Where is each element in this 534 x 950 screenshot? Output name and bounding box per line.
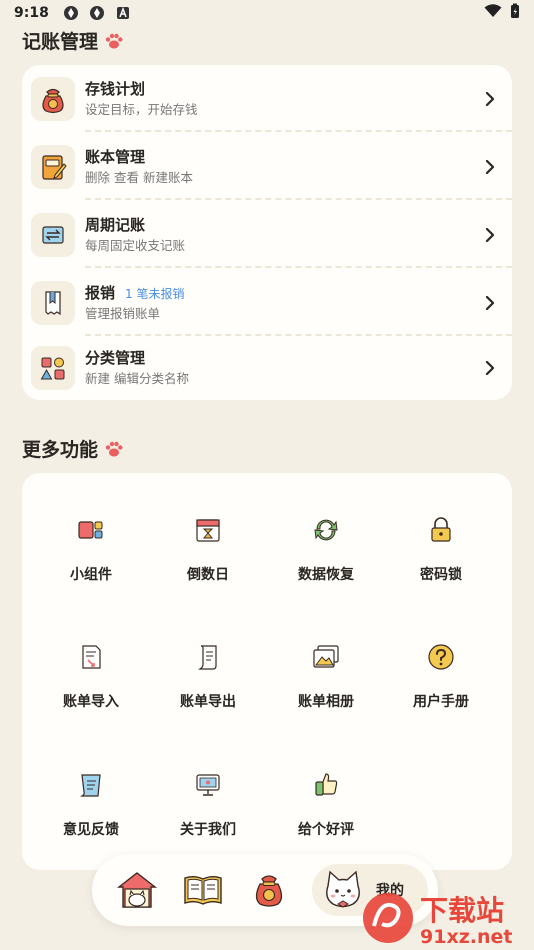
ledger-book-icon — [31, 145, 75, 189]
list-item-title: 周期记账 — [85, 216, 146, 234]
about-monitor-icon — [188, 765, 228, 805]
bookkeeping-list-card: 存钱计划 设定目标，开始存钱 账本管理 删除 查看 新建账本 周期记账 每周固定… — [22, 65, 512, 400]
section-title-text: 更多功能 — [22, 439, 99, 461]
paw-icon — [105, 441, 123, 456]
notification-a-icon — [115, 5, 131, 21]
grid-item-label: 密码锁 — [420, 567, 462, 583]
divider — [85, 198, 512, 200]
grid-item-label: 账单导出 — [180, 694, 236, 710]
chevron-right-icon — [485, 160, 495, 174]
svg-text:91xz.net: 91xz.net — [420, 926, 512, 948]
divider — [85, 130, 512, 132]
list-item-title: 报销 1 笔未报销 — [85, 282, 184, 303]
grid-item-label: 账单导入 — [63, 694, 119, 710]
list-item-category-management[interactable]: 分类管理 新建 编辑分类名称 — [22, 337, 512, 405]
list-item-periodic-bookkeeping[interactable]: 周期记账 每周固定收支记账 — [22, 201, 512, 269]
thumbs-up-icon — [306, 765, 346, 805]
list-item-subtitle: 每周固定收支记账 — [85, 238, 186, 253]
money-bag-icon — [255, 875, 283, 907]
receipt-icon — [31, 281, 75, 325]
grid-item-password-lock[interactable]: 密码锁 — [380, 478, 502, 588]
list-item-title: 存钱计划 — [85, 80, 146, 98]
status-bar: 9:18 — [0, 0, 534, 26]
grid-item-countdown[interactable]: 倒数日 — [147, 478, 269, 588]
chevron-right-icon — [485, 296, 495, 310]
svg-text:下载站: 下载站 — [420, 894, 504, 927]
divider — [85, 266, 512, 268]
chevron-right-icon — [485, 228, 495, 242]
shapes-icon — [31, 346, 75, 390]
list-item-title: 分类管理 — [85, 349, 146, 367]
grid-item-data-restore[interactable]: 数据恢复 — [265, 478, 387, 588]
countdown-calendar-icon — [188, 510, 228, 550]
section-title-more-features: 更多功能 — [22, 435, 124, 462]
list-item-subtitle: 管理报销账单 — [85, 306, 161, 321]
list-item-savings-plan[interactable]: 存钱计划 设定目标，开始存钱 — [22, 65, 512, 133]
nav-savings[interactable] — [246, 868, 292, 912]
nav-ledger[interactable] — [180, 868, 226, 912]
status-time: 9:18 — [14, 5, 49, 21]
grid-item-give-rating[interactable]: 给个好评 — [265, 733, 387, 843]
list-item-reimbursement[interactable]: 报销 1 笔未报销 管理报销账单 — [22, 269, 512, 337]
feedback-scroll-icon — [71, 765, 111, 805]
grid-item-bill-import[interactable]: 账单导入 — [30, 605, 152, 715]
watermark-logo: 下载站 91xz.net — [360, 888, 530, 948]
nav-home[interactable] — [114, 868, 160, 912]
grid-item-label: 给个好评 — [298, 822, 354, 838]
wifi-icon — [484, 4, 502, 22]
grid-item-bill-album[interactable]: 账单相册 — [265, 605, 387, 715]
house-icon — [116, 872, 158, 908]
divider — [85, 334, 512, 336]
grid-item-user-manual[interactable]: 用户手册 — [380, 605, 502, 715]
list-item-subtitle: 删除 查看 新建账本 — [85, 170, 193, 185]
unreimbursed-badge: 1 笔未报销 — [125, 287, 185, 301]
open-book-icon — [184, 876, 222, 905]
cycle-calendar-icon — [31, 213, 75, 257]
grid-item-label: 意见反馈 — [63, 822, 119, 838]
grid-item-label: 小组件 — [70, 567, 112, 583]
export-scroll-icon — [188, 637, 228, 677]
padlock-icon — [421, 510, 461, 550]
list-item-title-text: 报销 — [85, 284, 116, 302]
grid-item-about-us[interactable]: 关于我们 — [147, 733, 269, 843]
grid-item-label: 倒数日 — [187, 567, 229, 583]
photo-album-icon — [306, 637, 346, 677]
more-features-grid-card: 小组件 倒数日 数据恢复 密码锁 账单导入 账单导出 账单相册 用户手册 意见反… — [22, 473, 512, 870]
grid-item-widget[interactable]: 小组件 — [30, 478, 152, 588]
chevron-right-icon — [485, 361, 495, 375]
chevron-right-icon — [485, 92, 495, 106]
battery-icon — [510, 3, 520, 23]
notification-app-icon-2 — [89, 5, 105, 21]
grid-item-bill-export[interactable]: 账单导出 — [147, 605, 269, 715]
grid-item-feedback[interactable]: 意见反馈 — [30, 733, 152, 843]
money-bag-icon — [31, 77, 75, 121]
restore-arrows-icon — [306, 510, 346, 550]
grid-item-label: 数据恢复 — [298, 567, 354, 583]
paw-icon — [105, 33, 123, 48]
grid-item-label: 用户手册 — [413, 694, 469, 710]
section-title-text: 记账管理 — [22, 31, 99, 53]
list-item-title: 账本管理 — [85, 148, 146, 166]
widget-icon — [71, 510, 111, 550]
section-title-bookkeeping: 记账管理 — [22, 27, 124, 54]
grid-item-label: 关于我们 — [180, 822, 236, 838]
grid-item-label: 账单相册 — [298, 694, 354, 710]
question-mark-icon — [421, 637, 461, 677]
list-item-subtitle: 设定目标，开始存钱 — [85, 102, 198, 117]
list-item-ledger-management[interactable]: 账本管理 删除 查看 新建账本 — [22, 133, 512, 201]
list-item-subtitle: 新建 编辑分类名称 — [85, 371, 189, 386]
notification-app-icon — [63, 5, 79, 21]
import-document-icon — [71, 637, 111, 677]
